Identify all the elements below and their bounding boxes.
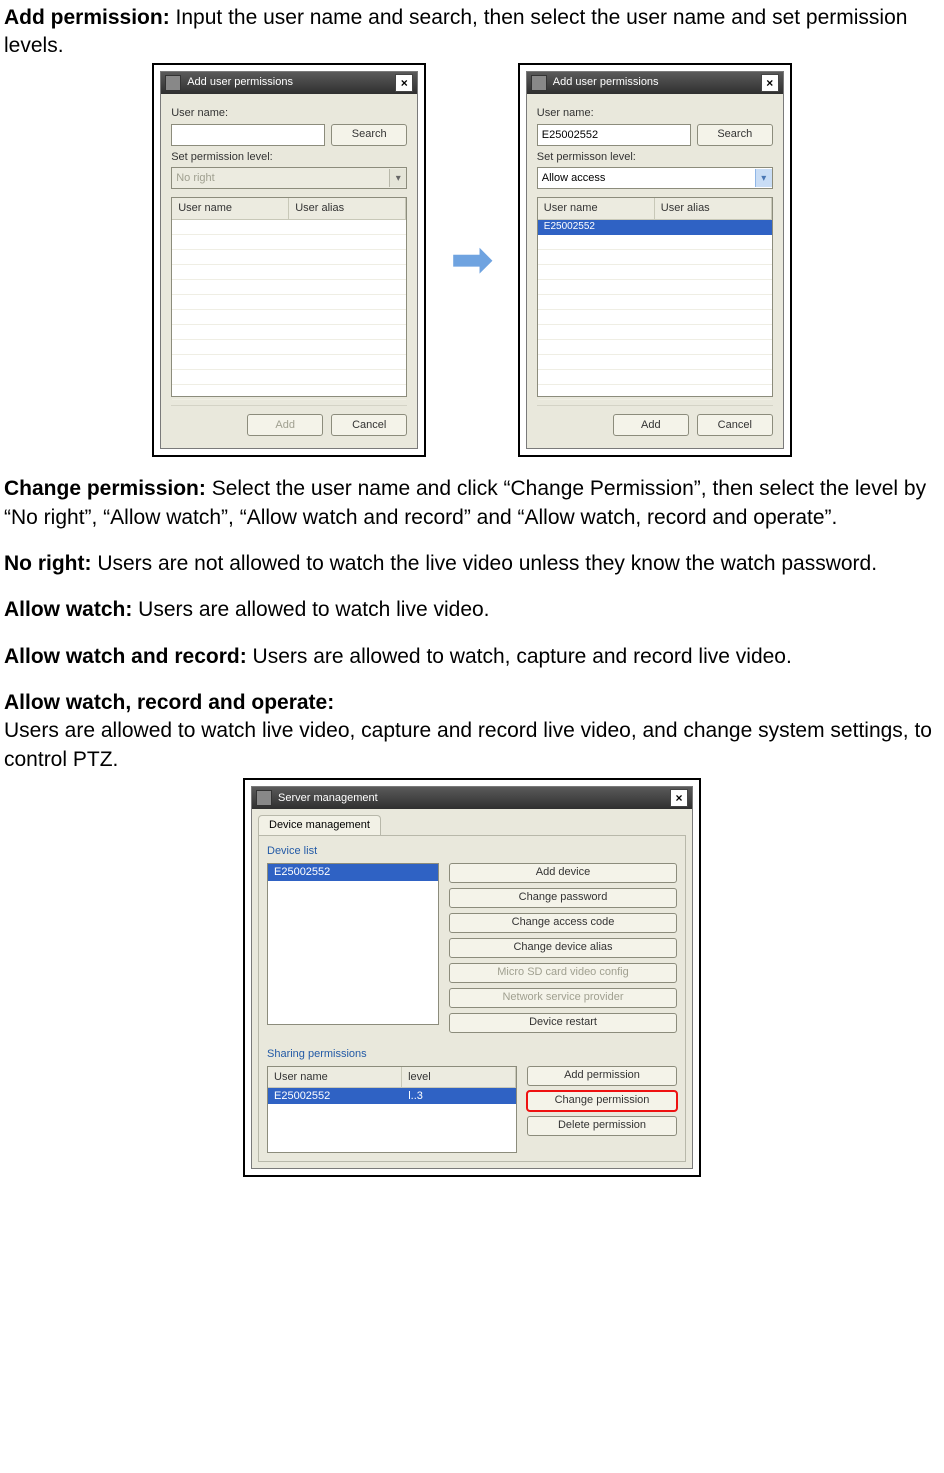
add-device-button[interactable]: Add device [449,863,677,883]
device-restart-button[interactable]: Device restart [449,1013,677,1033]
change-access-code-button[interactable]: Change access code [449,913,677,933]
add-button[interactable]: Add [247,414,323,436]
chevron-down-icon: ▾ [389,169,406,187]
group-sharing-title: Sharing permissions [267,1047,677,1062]
close-icon[interactable]: × [670,789,688,807]
username-input[interactable] [171,124,325,146]
arrow-right-icon: ➡ [450,225,494,295]
device-buttons: Add device Change password Change access… [449,863,677,1033]
figure-add-permission-dialogs: Add user permissions × User name: Search… [4,63,940,458]
dialog-title: Add user permissions [187,75,389,90]
permission-level-value: Allow access [538,171,755,186]
tab-device-management[interactable]: Device management [258,815,381,835]
dialog-title: Add user permissions [553,75,755,90]
results-table: User name User alias [171,197,407,397]
col-user-name: User name [172,198,289,219]
device-list[interactable]: E25002552 [267,863,439,1025]
para-allow-watch-record: Allow watch and record: Users are allowe… [4,643,940,671]
add-button[interactable]: Add [613,414,689,436]
cancel-button[interactable]: Cancel [331,414,407,436]
titlebar: Server management × [252,787,692,809]
para-no-right: No right: Users are not allowed to watch… [4,550,940,578]
group-sharing: Sharing permissions User name level E250… [267,1047,677,1154]
text-allow-watch: Users are allowed to watch live video. [132,598,489,621]
change-password-button[interactable]: Change password [449,888,677,908]
label-allow-watch-record-operate: Allow watch, record and operate: [4,691,334,714]
screenshot-server-management: Server management × Device management De… [243,778,701,1177]
tab-panel: Device list E25002552 Add device Change … [258,835,686,1163]
device-list-row: E25002552 Add device Change password Cha… [267,863,677,1033]
search-button[interactable]: Search [697,124,773,146]
dialog-server-management: Server management × Device management De… [251,786,693,1169]
add-permission-button[interactable]: Add permission [527,1066,677,1086]
close-icon[interactable]: × [395,74,413,92]
col-user-name: User name [538,198,655,219]
change-permission-button[interactable]: Change permission [527,1091,677,1111]
username-input[interactable] [537,124,691,146]
permission-level-select[interactable]: Allow access ▾ [537,167,773,189]
para-allow-watch: Allow watch: Users are allowed to watch … [4,596,940,624]
titlebar: Add user permissions × [161,72,417,94]
para-change-permission: Change permission: Select the user name … [4,475,940,532]
permission-level-value: No right [172,171,389,186]
table-row[interactable]: E25002552 [538,220,772,235]
label-add-permission: Add permission: [4,6,170,29]
text-allow-watch-record: Users are allowed to watch, capture and … [247,645,792,668]
para-allow-watch-record-operate: Allow watch, record and operate: Users a… [4,689,940,774]
screenshot-add-user-permissions-filled: Add user permissions × User name: Search… [518,63,792,458]
setperm-label: Set permission level: [171,150,407,165]
col-user-alias: User alias [289,198,406,219]
username-label: User name: [537,106,773,121]
sd-card-config-button[interactable]: Micro SD card video config [449,963,677,983]
permission-level-select[interactable]: No right ▾ [171,167,407,189]
device-list-item[interactable]: E25002552 [268,864,438,881]
search-button[interactable]: Search [331,124,407,146]
cell-user-name: E25002552 [268,1088,402,1104]
network-provider-button[interactable]: Network service provider [449,988,677,1008]
change-device-alias-button[interactable]: Change device alias [449,938,677,958]
dialog-add-user-permissions: Add user permissions × User name: Search… [160,71,418,450]
permission-buttons: Add permission Change permission Delete … [527,1066,677,1154]
label-change-permission: Change permission: [4,477,206,500]
screenshot-add-user-permissions-empty: Add user permissions × User name: Search… [152,63,426,458]
results-table: User name User alias E25002552 [537,197,773,397]
cell-user-alias [655,220,772,234]
label-no-right: No right: [4,552,91,575]
app-icon [165,75,181,91]
dialog-title: Server management [278,791,664,806]
app-icon [256,790,272,806]
text-no-right: Users are not allowed to watch the live … [91,552,877,575]
label-allow-watch: Allow watch: [4,598,132,621]
titlebar: Add user permissions × [527,72,783,94]
chevron-down-icon: ▾ [755,169,772,187]
group-device-list-title: Device list [267,844,677,859]
dialog-body: User name: Search Set permission level: … [161,94,417,449]
cancel-button[interactable]: Cancel [697,414,773,436]
setperm-label: Set permisson level: [537,150,773,165]
tab-strip: Device management [252,809,692,835]
col-level: level [402,1067,516,1088]
delete-permission-button[interactable]: Delete permission [527,1116,677,1136]
table-row[interactable]: E25002552 l..3 [268,1088,516,1104]
text-allow-watch-record-operate: Users are allowed to watch live video, c… [4,719,932,770]
dialog-add-user-permissions: Add user permissions × User name: Search… [526,71,784,450]
para-add-permission: Add permission: Input the user name and … [4,4,940,61]
col-user-alias: User alias [655,198,772,219]
cell-user-name: E25002552 [538,220,655,234]
cell-level: l..3 [402,1088,516,1104]
figure-server-management: Server management × Device management De… [4,778,940,1177]
label-allow-watch-record: Allow watch and record: [4,645,247,668]
dialog-body: User name: Search Set permisson level: A… [527,94,783,449]
permissions-table: User name level E25002552 l..3 [267,1066,517,1154]
col-user-name: User name [268,1067,402,1088]
app-icon [531,75,547,91]
close-icon[interactable]: × [761,74,779,92]
username-label: User name: [171,106,407,121]
